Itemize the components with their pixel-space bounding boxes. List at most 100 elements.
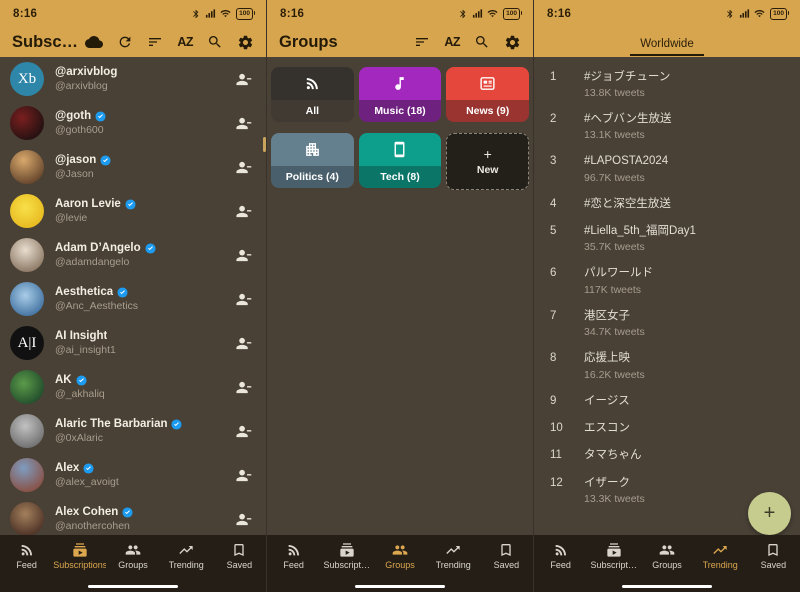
home-indicator[interactable] xyxy=(355,585,445,589)
subscription-item[interactable]: Adam D’Angelo @adamdangelo xyxy=(0,233,266,277)
display-name: Alex xyxy=(55,462,79,476)
nav-trending[interactable]: Trending xyxy=(160,542,213,570)
user-handle: @alex_avoigt xyxy=(55,476,224,488)
home-indicator[interactable] xyxy=(88,585,178,589)
music-note-icon xyxy=(391,75,408,92)
refresh-button[interactable] xyxy=(117,34,133,50)
person-remove-button[interactable] xyxy=(235,511,252,528)
trend-item[interactable]: 4 #恋と深空生放送 xyxy=(534,190,800,217)
person-remove-button[interactable] xyxy=(235,291,252,308)
subscription-item[interactable]: Xb @arxivblog @arxivblog xyxy=(0,57,266,101)
person-remove-button[interactable] xyxy=(235,247,252,264)
nav-saved[interactable]: Saved xyxy=(747,542,800,570)
trend-tweet-count: 13.8K tweets xyxy=(584,87,784,99)
nav-feed[interactable]: Feed xyxy=(0,542,53,570)
group-tile-tech[interactable]: Tech (8) xyxy=(359,133,442,188)
trend-title: #Liella_5th_福岡Day1 xyxy=(584,224,784,238)
nav-trending[interactable]: Trending xyxy=(694,542,747,570)
subscription-item[interactable]: Aaron Levie @levie xyxy=(0,189,266,233)
trend-item[interactable]: 8 応援上映 16.2K tweets xyxy=(534,345,800,387)
subscription-item[interactable]: AK @_akhaliq xyxy=(0,365,266,409)
bottom-nav: Feed Subscriptions Groups Trending Saved xyxy=(0,535,266,592)
nav-feed[interactable]: Feed xyxy=(267,542,320,570)
person-remove-button[interactable] xyxy=(235,71,252,88)
person-remove-button[interactable] xyxy=(235,203,252,220)
sort-alpha-button[interactable]: AZ xyxy=(177,36,193,49)
groups-icon xyxy=(392,542,408,558)
sort-button[interactable] xyxy=(147,34,163,50)
trend-item[interactable]: 9 イージス xyxy=(534,387,800,414)
subscription-item[interactable]: Alex Cohen @anothercohen xyxy=(0,497,266,535)
display-name: Alex Cohen xyxy=(55,506,118,520)
avatar xyxy=(10,150,44,184)
nav-saved[interactable]: Saved xyxy=(480,542,533,570)
search-button[interactable] xyxy=(474,34,490,50)
sort-button[interactable] xyxy=(414,34,430,50)
person-remove-button[interactable] xyxy=(235,467,252,484)
group-tile-news[interactable]: News (9) xyxy=(446,67,529,122)
trend-rank: 7 xyxy=(550,309,584,322)
group-tile-politics[interactable]: Politics (4) xyxy=(271,133,354,188)
avatar xyxy=(10,282,44,316)
settings-button[interactable] xyxy=(504,34,521,51)
groups-icon xyxy=(125,542,141,558)
trend-title: イージス xyxy=(584,394,784,408)
person-remove-button[interactable] xyxy=(235,115,252,132)
trend-item[interactable]: 7 港区女子 34.7K tweets xyxy=(534,302,800,344)
rss-icon xyxy=(553,542,569,558)
nav-trending[interactable]: Trending xyxy=(427,542,480,570)
trend-item[interactable]: 5 #Liella_5th_福岡Day1 35.7K tweets xyxy=(534,218,800,260)
person-remove-button[interactable] xyxy=(235,159,252,176)
nav-subscriptions[interactable]: Subscript… xyxy=(320,542,373,570)
trend-rank: 1 xyxy=(550,70,584,83)
subscription-item[interactable]: Alex @alex_avoigt xyxy=(0,453,266,497)
new-group-button[interactable]: + New xyxy=(446,133,529,190)
trend-item[interactable]: 2 #ヘブバン生放送 13.1K tweets xyxy=(534,105,800,147)
trend-item[interactable]: 6 パルワールド 117K tweets xyxy=(534,260,800,302)
subscription-item[interactable]: @jason @Jason xyxy=(0,145,266,189)
groups-grid: All Music (18) News (9) Politics (4) Tec… xyxy=(267,57,533,200)
user-handle: @anothercohen xyxy=(55,520,224,532)
user-handle: @0xAlaric xyxy=(55,432,224,444)
trend-item[interactable]: 11 タマちゃん xyxy=(534,442,800,469)
nav-feed[interactable]: Feed xyxy=(534,542,587,570)
subscriptions-icon xyxy=(72,542,88,558)
settings-button[interactable] xyxy=(237,34,254,51)
trend-item[interactable]: 3 #LAPOSTA2024 96.7K tweets xyxy=(534,148,800,190)
subscription-item[interactable]: Alaric The Barbarian @0xAlaric xyxy=(0,409,266,453)
cloud-sync-button[interactable] xyxy=(85,33,103,51)
nav-groups[interactable]: Groups xyxy=(640,542,693,570)
subscription-item[interactable]: A|I AI Insight @ai_insight1 xyxy=(0,321,266,365)
status-bar: 8:16 100 xyxy=(267,0,533,27)
nav-saved[interactable]: Saved xyxy=(213,542,266,570)
subscription-item[interactable]: @goth @goth600 xyxy=(0,101,266,145)
home-indicator[interactable] xyxy=(622,585,712,589)
trend-title: イザーク xyxy=(584,476,784,490)
nav-subscriptions[interactable]: Subscriptions xyxy=(53,542,106,570)
trend-tweet-count: 35.7K tweets xyxy=(584,241,784,253)
trend-item[interactable]: 1 #ジョブチューン 13.8K tweets xyxy=(534,63,800,105)
user-handle: @Jason xyxy=(55,168,224,180)
nav-groups[interactable]: Groups xyxy=(106,542,159,570)
trending-list: 1 #ジョブチューン 13.8K tweets 2 #ヘブバン生放送 13.1K… xyxy=(534,57,800,535)
signal-icon xyxy=(739,8,750,19)
nav-subscriptions[interactable]: Subscript… xyxy=(587,542,640,570)
group-tile-music[interactable]: Music (18) xyxy=(359,67,442,122)
status-bar: 8:16 100 xyxy=(0,0,266,27)
person-remove-button[interactable] xyxy=(235,423,252,440)
trend-tweet-count: 117K tweets xyxy=(584,284,784,296)
add-trend-location-button[interactable]: + xyxy=(748,492,791,535)
avatar xyxy=(10,106,44,140)
person-remove-button[interactable] xyxy=(235,335,252,352)
trend-item[interactable]: 10 エスコン xyxy=(534,414,800,441)
person-remove-button[interactable] xyxy=(235,379,252,396)
group-tile-all[interactable]: All xyxy=(271,67,354,122)
tab-worldwide[interactable]: Worldwide xyxy=(630,32,703,56)
subscription-item[interactable]: Aesthetica @Anc_Aesthetics xyxy=(0,277,266,321)
bluetooth-icon xyxy=(725,9,735,19)
trend-rank: 8 xyxy=(550,351,584,364)
search-button[interactable] xyxy=(207,34,223,50)
nav-groups[interactable]: Groups xyxy=(373,542,426,570)
sort-alpha-button[interactable]: AZ xyxy=(444,36,460,49)
trending-up-icon xyxy=(712,542,728,558)
